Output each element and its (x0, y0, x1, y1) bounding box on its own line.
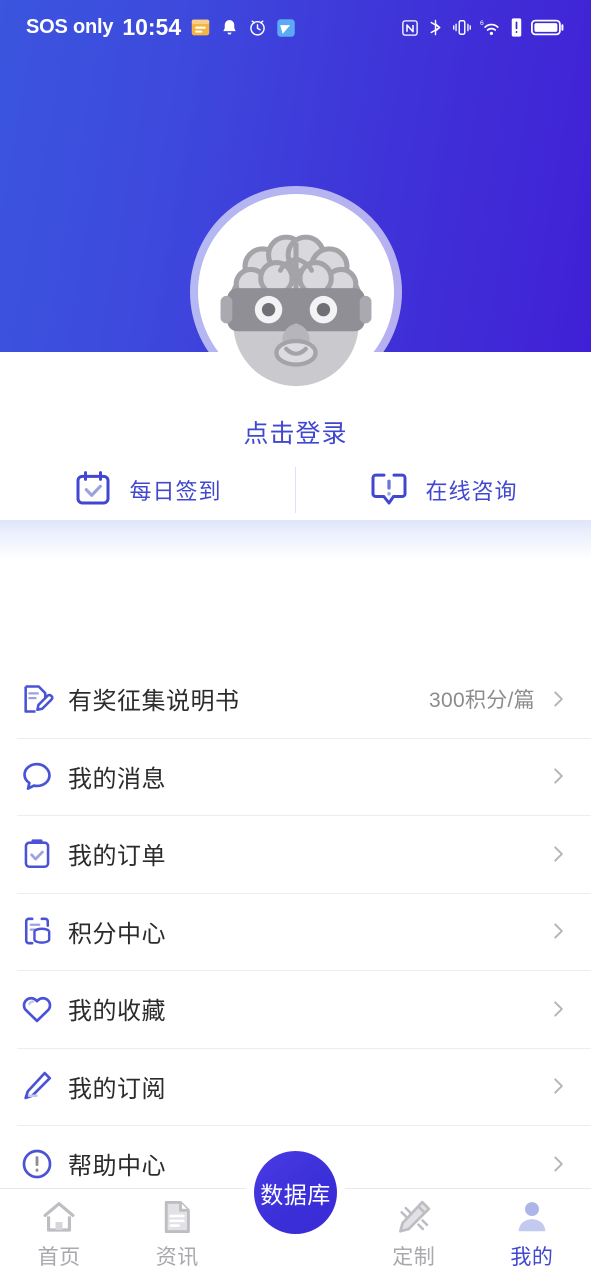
chevron-right-icon (547, 843, 569, 865)
profile-action-row: 每日签到 在线咨询 (0, 460, 591, 520)
online-consult-button[interactable]: 在线咨询 (296, 460, 591, 520)
status-bar-left: SOS only 10:54 (26, 14, 296, 41)
chevron-right-icon (547, 765, 569, 787)
menu-item-my-orders[interactable]: 我的订单 (0, 815, 591, 893)
tab-custom[interactable]: 定制 (355, 1189, 473, 1280)
menu-label: 我的订单 (68, 843, 166, 871)
tab-label: 资讯 (155, 1246, 199, 1269)
menu-item-my-subscriptions[interactable]: 我的订阅 (0, 1047, 591, 1126)
chevron-right-icon (547, 688, 569, 710)
menu-label: 有奖征集说明书 (68, 688, 240, 716)
battery-icon (531, 18, 565, 37)
database-fab-ring: 数据库 (246, 1143, 345, 1242)
database-fab-button[interactable]: 数据库 (254, 1151, 337, 1234)
daily-checkin-button[interactable]: 每日签到 (0, 460, 295, 520)
robot-brain-vr-avatar-icon (220, 234, 372, 387)
tab-label: 首页 (37, 1246, 81, 1269)
bell-icon (220, 18, 239, 37)
pencil-icon (17, 1066, 57, 1106)
chevron-right-icon (547, 920, 569, 942)
app-screen: SOS only 10:54 6 点击登录 每日签到 在线咨询 有奖征集说明书 … (0, 0, 591, 1280)
menu-item-my-favorites[interactable]: 我的收藏 (0, 970, 591, 1048)
login-button[interactable]: 点击登录 (0, 414, 591, 450)
online-consult-label: 在线咨询 (425, 479, 518, 504)
bluetooth-icon (427, 18, 444, 37)
news-document-icon (158, 1197, 196, 1237)
tab-label: 我的 (510, 1246, 554, 1269)
vibrate-icon (452, 18, 472, 37)
chat-bubble-icon (17, 756, 57, 796)
menu-right: 300积分/篇 (429, 684, 569, 714)
menu-right (535, 920, 569, 942)
carrier-label: SOS only (26, 16, 114, 38)
chevron-right-icon (547, 1075, 569, 1097)
menu-label: 我的消息 (68, 765, 166, 793)
svg-text:6: 6 (480, 20, 484, 27)
menu-right (535, 765, 569, 787)
database-fab-label: 数据库 (260, 1181, 331, 1208)
calendar-check-icon (73, 468, 113, 513)
clock-label: 10:54 (122, 14, 182, 40)
nfc-icon (401, 19, 419, 37)
profile-header: SOS only 10:54 6 (0, 0, 591, 398)
tab-mine[interactable]: 我的 (473, 1189, 591, 1280)
sim-alert-icon (510, 18, 523, 37)
menu-value: 300积分/篇 (429, 688, 535, 712)
menu-right (535, 1153, 569, 1175)
pencil-ruler-icon (395, 1197, 433, 1237)
tab-home[interactable]: 首页 (0, 1189, 118, 1280)
chevron-right-icon (547, 998, 569, 1020)
chat-alert-icon (369, 468, 409, 513)
home-icon (40, 1197, 78, 1237)
menu-label: 我的收藏 (68, 998, 166, 1026)
status-bar: SOS only 10:54 6 (0, 0, 591, 55)
tab-news[interactable]: 资讯 (118, 1189, 236, 1280)
document-coins-icon (17, 911, 57, 951)
menu-item-manual-collection[interactable]: 有奖征集说明书 300积分/篇 (0, 660, 591, 738)
chevron-right-icon (547, 1153, 569, 1175)
card-shadow-strip (0, 520, 591, 560)
menu-right (535, 843, 569, 865)
menu-label: 积分中心 (68, 920, 166, 948)
alarm-clock-icon (248, 18, 267, 37)
menu-label: 我的订阅 (68, 1075, 166, 1103)
status-bar-right: 6 (401, 18, 565, 37)
clipboard-check-icon (17, 834, 57, 874)
menu-item-points-center[interactable]: 积分中心 (0, 892, 591, 971)
document-edit-icon (17, 679, 57, 719)
profile-menu-list: 有奖征集说明书 300积分/篇 我的消息 我的订单 积分中心 我的收藏 我的订阅… (0, 660, 591, 1203)
avatar-image (198, 194, 394, 390)
heart-icon (17, 989, 57, 1029)
exclamation-circle-icon (17, 1144, 57, 1184)
weather-icon (276, 18, 296, 38)
menu-label: 帮助中心 (68, 1153, 166, 1181)
blank-spacer (0, 560, 591, 660)
menu-item-my-messages[interactable]: 我的消息 (0, 737, 591, 816)
daily-checkin-label: 每日签到 (129, 479, 222, 504)
avatar[interactable] (190, 186, 402, 398)
calendar-icon (190, 17, 211, 38)
menu-right (535, 998, 569, 1020)
wifi-6-icon: 6 (480, 18, 502, 37)
person-icon (513, 1197, 551, 1237)
menu-right (535, 1075, 569, 1097)
tab-label: 定制 (392, 1246, 436, 1269)
